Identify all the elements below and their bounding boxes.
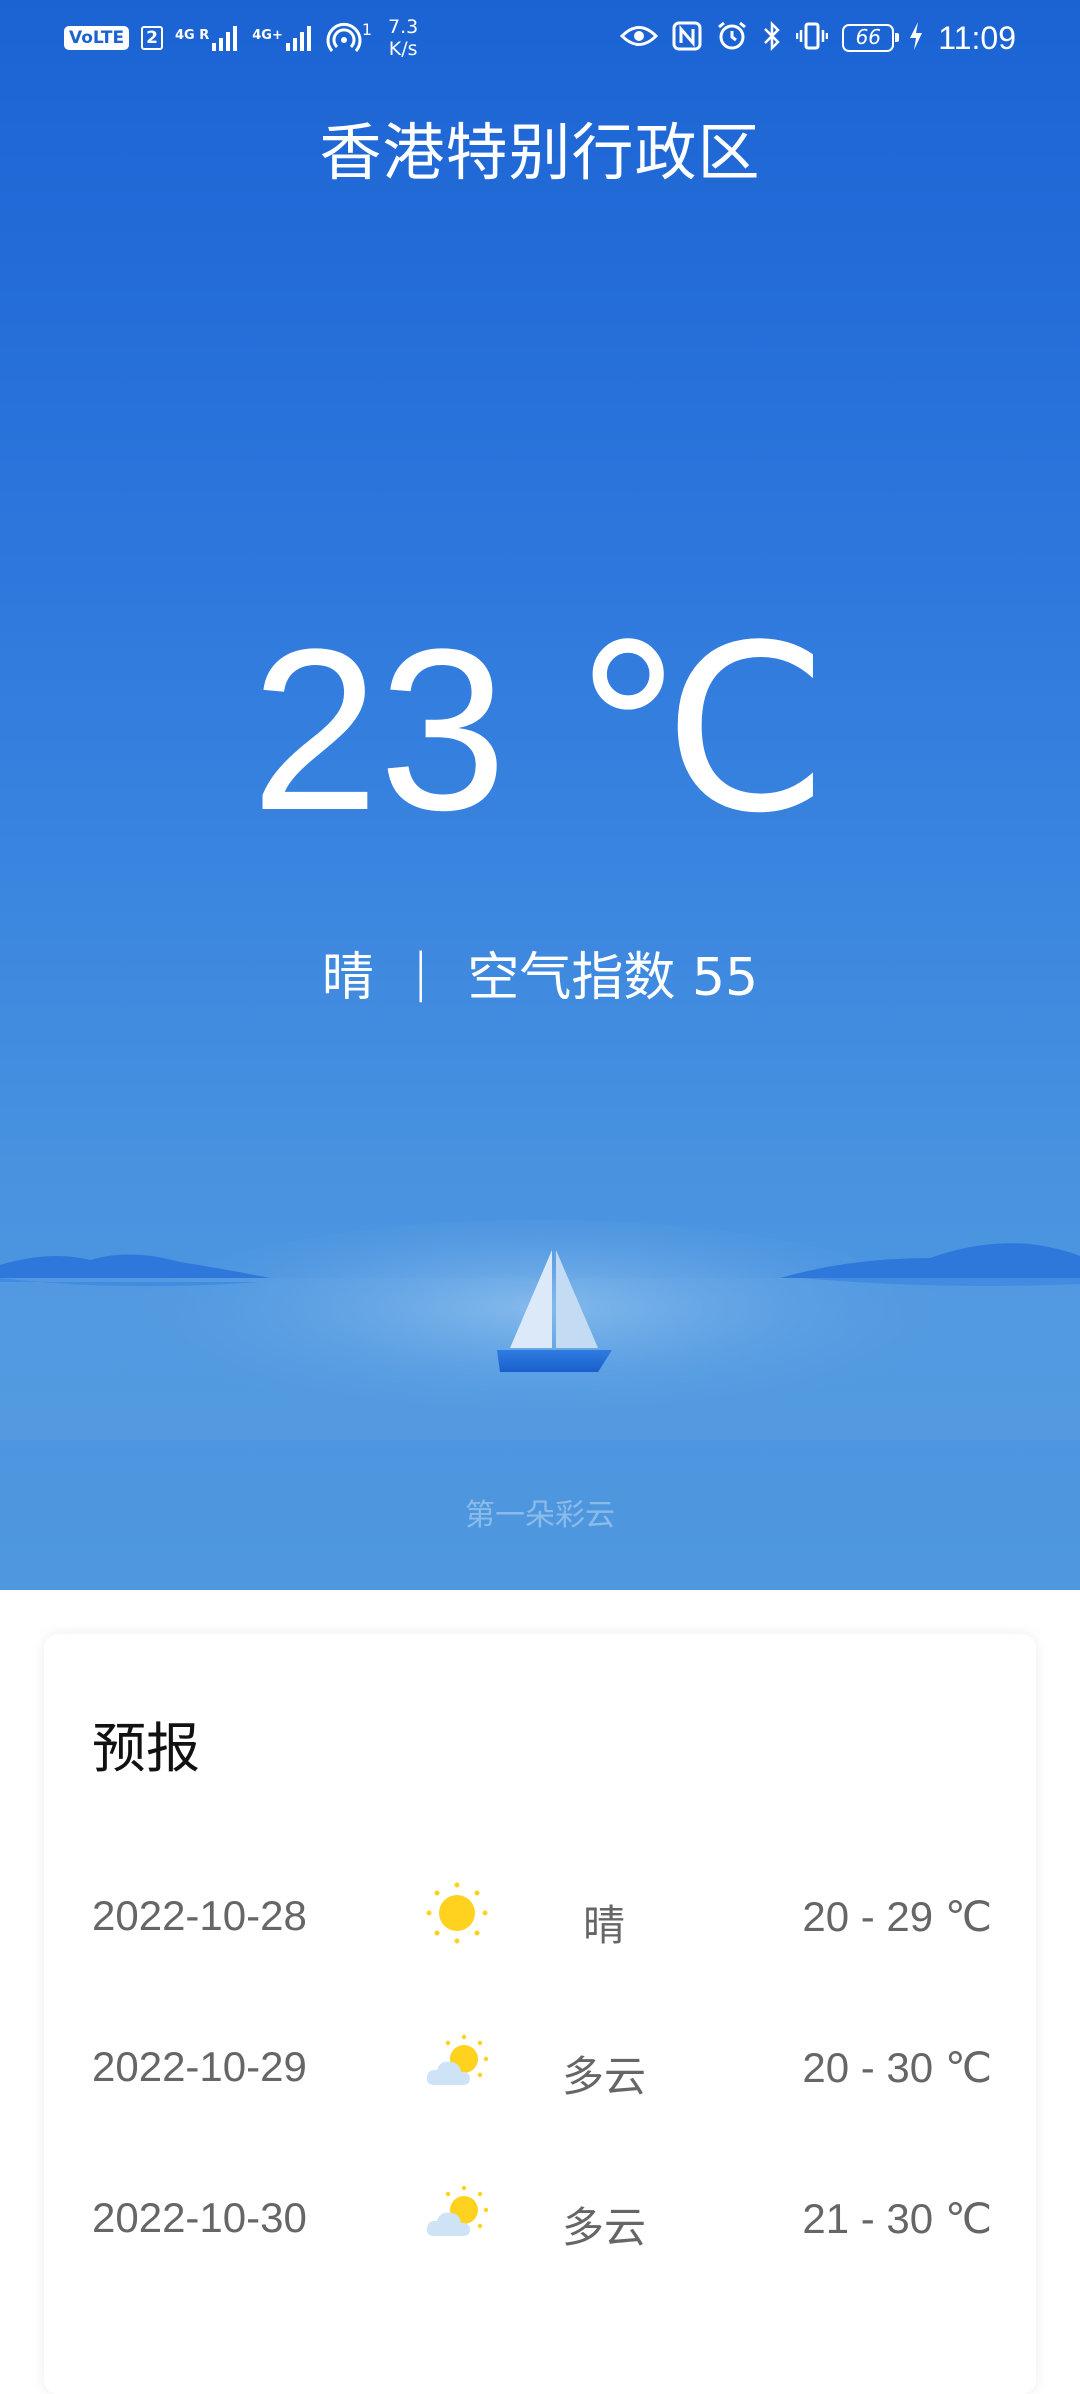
brand-text: 第一朵彩云 — [465, 1498, 615, 1533]
network-speed-unit: K/s — [388, 38, 418, 60]
nfc-icon — [672, 21, 702, 55]
hotspot-icon: 1 — [326, 20, 372, 56]
forecast-condition: 多云 — [561, 2052, 646, 2101]
sun-icon — [426, 1882, 488, 1944]
forecast-row[interactable]: 2022-10-28 晴 20 - 29 ℃ — [44, 1876, 1036, 1956]
forecast-temperature-range: 20 - 30 ℃ — [802, 2044, 992, 2091]
weather-hero: VoLTE 2 4G R 4G+ 1 7.3 K/s 66 11:09 香港特别… — [0, 0, 1080, 1590]
status-bar-left: VoLTE 2 4G R 4G+ 1 7.3 K/s — [64, 16, 418, 60]
signal-1-icon: 4G R — [175, 23, 240, 53]
signal-2-icon: 4G+ — [252, 23, 314, 53]
current-temperature: 23 ℃ — [250, 601, 830, 858]
partly-cloudy-icon — [426, 2185, 489, 2236]
forecast-date: 2022-10-30 — [92, 2194, 307, 2241]
forecast-row[interactable]: 2022-10-29 多云 20 - 30 ℃ — [44, 2027, 1036, 2107]
forecast-row[interactable]: 2022-10-30 多云 21 - 30 ℃ — [44, 2178, 1036, 2258]
forecast-temperature-range: 20 - 29 ℃ — [802, 1893, 992, 1940]
forecast-temperature-range: 21 - 30 ℃ — [802, 2195, 992, 2242]
boat-hull — [497, 1350, 612, 1372]
forecast-condition: 晴 — [582, 1901, 625, 1950]
bluetooth-icon — [762, 20, 782, 56]
lake-scene-illustration — [0, 1220, 1080, 1440]
sim-indicator: 2 — [141, 26, 163, 50]
network-type-1: 4G R — [174, 28, 210, 43]
network-speed: 7.3 K/s — [388, 16, 418, 60]
alarm-icon — [716, 20, 748, 56]
forecast-card: 预报 2022-10-28 晴 20 - 29 ℃ 2022-10-29 多云 … — [44, 1634, 1036, 2394]
current-summary: 晴 | 空气指数 55 — [0, 935, 1080, 1010]
network-speed-value: 7.3 — [388, 16, 419, 38]
city-name[interactable]: 香港特别行政区 — [0, 102, 1080, 192]
eye-comfort-icon — [620, 23, 659, 53]
battery-indicator: 66 — [842, 24, 900, 52]
current-condition: 晴 — [321, 948, 374, 1008]
summary-separator: | — [411, 942, 430, 1003]
forecast-date: 2022-10-29 — [92, 2043, 307, 2090]
forecast-title: 预报 — [92, 1717, 200, 1780]
status-time: 11:09 — [938, 19, 1016, 56]
volte-badge: VoLTE — [64, 26, 130, 50]
charging-icon — [908, 21, 924, 55]
forecast-condition: 多云 — [561, 2203, 646, 2252]
status-bar-right: 66 11:09 — [620, 18, 1016, 58]
network-type-2: 4G+ — [252, 28, 283, 43]
status-bar: VoLTE 2 4G R 4G+ 1 7.3 K/s 66 11:09 — [0, 0, 1080, 75]
air-quality-index: 空气指数 55 — [467, 948, 759, 1008]
hotspot-count: 1 — [361, 20, 373, 39]
vibrate-icon — [796, 20, 829, 56]
partly-cloudy-icon — [426, 2034, 489, 2085]
forecast-date: 2022-10-28 — [92, 1892, 307, 1939]
